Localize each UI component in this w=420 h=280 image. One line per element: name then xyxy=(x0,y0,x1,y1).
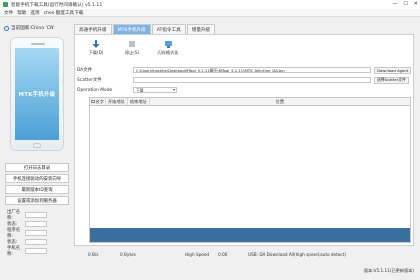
stop-button[interactable]: 停止(S) xyxy=(119,39,145,56)
menu-tools[interactable]: ches 额度工具下载 xyxy=(44,10,84,16)
status-bar: 0 B/s 0 Bytes High Speed 0:00 USB: DA Do… xyxy=(0,250,420,258)
phone-screen: MTK手机升级 xyxy=(15,48,59,140)
table-body xyxy=(90,106,410,228)
table-header: 名字 开始地址 结束地址 位置 xyxy=(90,98,410,106)
download-button[interactable]: 下载(D) xyxy=(83,39,109,56)
main-panel: 下载(D) 停止(S) 闪存格式化 DA文件 C:\Users\hackhe\D… xyxy=(74,34,414,246)
tab-qualcomm[interactable]: 高通手机升级 xyxy=(74,24,112,34)
globe-icon xyxy=(4,25,9,31)
format-label: 闪存格式化 xyxy=(157,50,179,55)
left-panel: 当前国家:China 'CN' MTK手机升级 打开日志目录 手机连接驱动的安装… xyxy=(4,24,70,260)
download-icon xyxy=(91,39,101,49)
menu-bar: 文件 帮助 选项 ches 额度工具下载 xyxy=(0,9,420,17)
menu-file[interactable]: 文件 xyxy=(4,10,13,16)
menu-options[interactable]: 选项 xyxy=(30,10,39,16)
phone-home-button xyxy=(33,143,41,148)
driver-install-button[interactable]: 手机连接驱动的安装向导 xyxy=(5,174,69,183)
version-label: 版本:V5.1.11(已更新版本) xyxy=(363,268,414,273)
field-row: 程序名称: xyxy=(7,228,71,239)
field-input[interactable] xyxy=(25,212,47,218)
operation-mode-label: Operation Mode xyxy=(77,87,113,93)
operation-mode-value: 下载 xyxy=(136,88,144,93)
tab-incremental[interactable]: 增量升级 xyxy=(186,24,216,34)
phone-screen-text: MTK手机升级 xyxy=(18,92,56,98)
header-location: 位置 xyxy=(275,98,285,104)
operation-mode-row: Operation Mode 下载 ▾ xyxy=(77,86,413,94)
toolbar: 下载(D) 停止(S) 闪存格式化 xyxy=(83,39,181,56)
header-name-label: 名字 xyxy=(95,98,104,104)
menu-help[interactable]: 帮助 xyxy=(17,10,26,16)
server-settings-button[interactable]: 设置或添加到服务器 xyxy=(5,196,69,205)
field-input[interactable] xyxy=(25,221,47,227)
minimize-button[interactable]: — xyxy=(392,1,397,7)
stop-icon xyxy=(127,39,137,49)
maximize-button[interactable]: ☐ xyxy=(403,1,407,7)
scatter-file-row: Scatter文件 选择Scatter文件 xyxy=(77,76,413,84)
status-speed: 0 B/s xyxy=(88,251,99,257)
window-controls: — ☐ ✕ xyxy=(392,1,418,7)
app-icon xyxy=(3,2,8,7)
window-title: 智能手机下载工具(运行时间请确认) v5.1.11 xyxy=(11,2,103,8)
format-button[interactable]: 闪存格式化 xyxy=(155,39,181,56)
chevron-down-icon: ▾ xyxy=(173,88,175,92)
close-button[interactable]: ✕ xyxy=(414,1,418,7)
phone-speaker xyxy=(31,43,45,45)
status-mode: High Speed xyxy=(185,251,210,257)
field-input[interactable] xyxy=(25,230,47,236)
da-file-row: DA文件 C:\Users\hackhe\Desktop\MTool_5.1.1… xyxy=(77,66,413,74)
choose-scatter-button[interactable]: 选择Scatter文件 xyxy=(374,76,409,84)
stop-label: 停止(S) xyxy=(124,50,140,55)
status-message: USB: DA Download All(high speed,auto det… xyxy=(248,251,346,257)
country-row: 当前国家:China 'CN' xyxy=(4,24,70,32)
header-end-address: 结束地址 xyxy=(128,98,150,105)
tab-at-tool[interactable]: AT指令工具 xyxy=(151,24,186,34)
header-begin-address: 开始地址 xyxy=(106,98,128,105)
tab-bar: 高通手机升级 MTK手机升级 AT指令工具 增量升级 xyxy=(74,24,216,34)
format-icon xyxy=(163,39,173,49)
status-time: 0:00 xyxy=(218,251,228,257)
scatter-file-label: Scatter文件 xyxy=(77,78,102,83)
da-file-input[interactable]: C:\Users\hackhe\Desktop\MTool_5.1.11解压\M… xyxy=(133,67,371,73)
header-name[interactable]: 名字 xyxy=(90,98,106,105)
phone-illustration: MTK手机升级 xyxy=(10,37,64,151)
da-file-label: DA文件 xyxy=(77,68,93,73)
download-label: 下载(D) xyxy=(88,50,104,55)
status-bytes: 0 Bytes xyxy=(120,251,136,257)
progress-bar xyxy=(90,228,410,242)
version-query-button[interactable]: 最新版本ID查询 xyxy=(5,185,69,194)
country-label: 当前国家:China 'CN' xyxy=(11,26,55,31)
field-input[interactable] xyxy=(25,239,47,245)
open-log-button[interactable]: 打开日志目录 xyxy=(5,163,69,172)
field-row: 出厂名称: xyxy=(7,210,71,221)
title-bar: 智能手机下载工具(运行时间请确认) v5.1.11 — ☐ ✕ xyxy=(0,0,420,9)
operation-mode-select[interactable]: 下载 ▾ xyxy=(133,87,177,93)
scatter-file-input[interactable] xyxy=(133,77,371,83)
download-agent-button[interactable]: Download Agent xyxy=(374,66,412,74)
partition-table: 名字 开始地址 结束地址 位置 xyxy=(89,97,411,243)
select-all-checkbox[interactable] xyxy=(91,99,95,104)
tab-mtk[interactable]: MTK手机升级 xyxy=(112,24,151,34)
